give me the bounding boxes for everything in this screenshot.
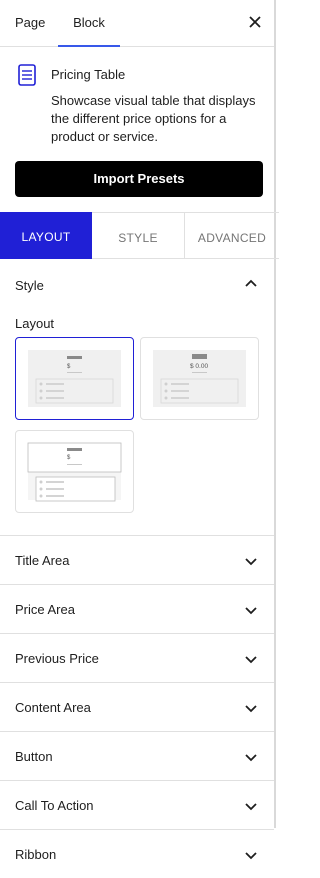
style-panel-title[interactable]: Style [15, 278, 44, 293]
layout-preview-2: $ 0.00 [153, 350, 246, 407]
chevron-down-icon [245, 656, 257, 664]
chevron-down-icon [245, 803, 257, 811]
chevron-up-icon[interactable] [243, 276, 259, 292]
chevron-down-icon [245, 558, 257, 566]
panel-previous-price[interactable]: Previous Price [0, 634, 274, 682]
chevron-down-icon [245, 754, 257, 762]
panel-call-to-action[interactable]: Call To Action [0, 781, 274, 829]
chevron-down-icon [245, 607, 257, 615]
panel-price-area[interactable]: Price Area [0, 585, 274, 633]
layout-price-2: $ 0.00 [190, 363, 208, 370]
layout-preview-3: $ [27, 442, 122, 502]
layout-label: Layout [15, 316, 55, 331]
panel-label: Price Area [15, 602, 75, 617]
panel-label: Title Area [15, 553, 70, 568]
panel-button[interactable]: Button [0, 732, 274, 780]
layout-option-2[interactable]: $ 0.00 [140, 337, 259, 420]
chevron-down-icon [245, 852, 257, 860]
close-icon[interactable] [246, 13, 264, 31]
tab-layout[interactable]: LAYOUT [0, 212, 92, 259]
settings-tabs: LAYOUT STYLE ADVANCED [0, 212, 279, 259]
panel-label: Button [15, 749, 53, 764]
tab-advanced[interactable]: ADVANCED [185, 212, 279, 259]
tab-style[interactable]: STYLE [92, 212, 185, 259]
tab-block[interactable]: Block [58, 0, 120, 47]
panel-label: Call To Action [15, 798, 94, 813]
sidebar-tabs: Page Block [0, 0, 274, 47]
import-presets-button[interactable]: Import Presets [15, 161, 263, 197]
tab-page[interactable]: Page [15, 0, 45, 46]
layout-preview-1: $ [28, 350, 121, 407]
layout-option-3[interactable]: $ [15, 430, 134, 513]
panel-label: Previous Price [15, 651, 99, 666]
panel-content-area[interactable]: Content Area [0, 683, 274, 731]
panel-ribbon[interactable]: Ribbon [0, 830, 274, 878]
panel-label: Content Area [15, 700, 91, 715]
block-description: Showcase visual table that displays the … [51, 93, 256, 144]
chevron-down-icon [245, 705, 257, 713]
layout-option-1[interactable]: $ [15, 337, 134, 420]
scrollbar[interactable] [274, 0, 276, 828]
pricing-table-icon [18, 64, 36, 86]
panel-title-area[interactable]: Title Area [0, 536, 274, 584]
block-title: Pricing Table [51, 67, 126, 82]
panel-label: Ribbon [15, 847, 57, 862]
